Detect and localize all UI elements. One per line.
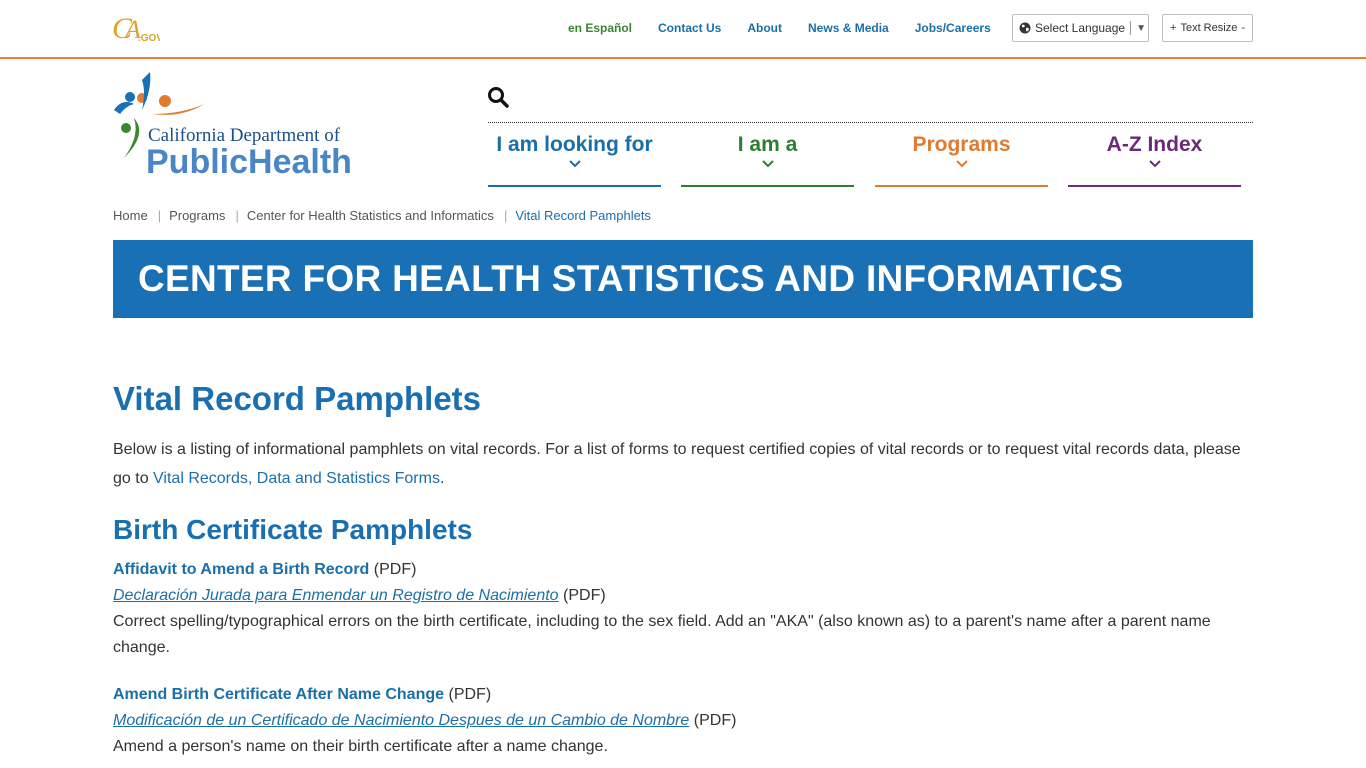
breadcrumb-chsi[interactable]: Center for Health Statistics and Informa… xyxy=(247,208,494,223)
nav-label: Programs xyxy=(912,133,1011,156)
nav-label: A-Z Index xyxy=(1106,133,1203,156)
svg-text:.GOV: .GOV xyxy=(138,33,160,44)
pamphlet-description: Correct spelling/typographical errors on… xyxy=(113,613,1211,656)
nav-label: I am looking for xyxy=(496,133,653,156)
nav-i-am-looking-for[interactable]: I am looking for xyxy=(488,128,661,187)
nav-programs[interactable]: Programs xyxy=(875,128,1048,187)
svg-text:PublicHealth: PublicHealth xyxy=(146,143,352,178)
pamphlet-link-en[interactable]: Affidavit to Amend a Birth Record xyxy=(113,561,369,578)
globe-icon xyxy=(1019,22,1031,34)
page-title: Vital Record Pamphlets xyxy=(113,380,482,417)
main-content: Vital Record Pamphlets Below is a listin… xyxy=(113,378,1258,760)
nav-a-z-index[interactable]: A-Z Index xyxy=(1068,128,1241,187)
dropdown-arrow-icon: ▼ xyxy=(1136,22,1146,34)
main-nav: I am looking for I am a Programs A-Z Ind… xyxy=(488,128,1253,188)
list-item: Amend Birth Certificate After Name Chang… xyxy=(113,682,1258,760)
ca-gov-logo[interactable]: C A .GOV xyxy=(112,12,160,44)
minus-icon[interactable]: - xyxy=(1241,22,1245,34)
section-heading-birth-certificate: Birth Certificate Pamphlets xyxy=(113,514,473,545)
link-contact-us[interactable]: Contact Us xyxy=(658,21,721,35)
language-select[interactable]: Select Language ▼ xyxy=(1012,14,1149,42)
chevron-down-icon xyxy=(955,160,968,168)
list-item: Affidavit to Amend a Birth Record (PDF) … xyxy=(113,557,1258,661)
banner-title: CENTER FOR HEALTH STATISTICS AND INFORMA… xyxy=(138,258,1124,299)
intro-end: . xyxy=(439,470,445,487)
pamphlet-link-en[interactable]: Amend Birth Certificate After Name Chang… xyxy=(113,686,444,703)
pamphlet-description: Amend a person's name on their birth cer… xyxy=(113,738,608,755)
link-news-media[interactable]: News & Media xyxy=(808,21,889,35)
chevron-down-icon xyxy=(1148,160,1161,168)
breadcrumb-separator: | xyxy=(157,208,162,223)
link-about[interactable]: About xyxy=(747,21,782,35)
breadcrumb-separator: | xyxy=(503,208,508,223)
utility-links: en Español Contact Us About News & Media… xyxy=(568,21,1017,35)
link-jobs-careers[interactable]: Jobs/Careers xyxy=(915,21,991,35)
breadcrumb: Home | Programs | Center for Health Stat… xyxy=(113,208,651,223)
link-en-espanol[interactable]: en Español xyxy=(568,21,632,35)
text-resize-control[interactable]: + Text Resize - xyxy=(1162,14,1253,42)
section-banner: CENTER FOR HEALTH STATISTICS AND INFORMA… xyxy=(113,240,1253,318)
breadcrumb-current: Vital Record Pamphlets xyxy=(515,208,651,223)
plus-icon[interactable]: + xyxy=(1170,22,1176,34)
chevron-down-icon xyxy=(761,160,774,168)
pamphlet-link-es[interactable]: Modificación de un Certificado de Nacimi… xyxy=(113,712,689,729)
chevron-down-icon xyxy=(568,160,581,168)
nav-i-am-a[interactable]: I am a xyxy=(681,128,854,187)
breadcrumb-home[interactable]: Home xyxy=(113,208,148,223)
pdf-label: (PDF) xyxy=(373,561,417,578)
search-divider xyxy=(488,122,1253,123)
text-resize-label: Text Resize xyxy=(1180,22,1238,34)
language-select-label: Select Language xyxy=(1035,21,1126,35)
search-icon[interactable] xyxy=(487,86,509,108)
breadcrumb-separator: | xyxy=(235,208,239,223)
intro-paragraph: Below is a listing of informational pamp… xyxy=(113,435,1258,493)
nav-label: I am a xyxy=(737,133,798,156)
utility-header: C A .GOV en Español Contact Us About New… xyxy=(0,0,1366,59)
pdf-label: (PDF) xyxy=(448,686,492,703)
breadcrumb-programs[interactable]: Programs xyxy=(169,208,225,223)
link-vital-records-forms[interactable]: Vital Records, Data and Statistics Forms xyxy=(153,470,440,487)
pdf-label: (PDF) xyxy=(693,712,737,729)
cdph-logo[interactable]: California Department of PublicHealth xyxy=(112,70,382,178)
pdf-label: (PDF) xyxy=(563,587,606,604)
pamphlet-link-es[interactable]: Declaración Jurada para Enmendar un Regi… xyxy=(113,587,559,604)
select-divider xyxy=(1130,21,1132,35)
